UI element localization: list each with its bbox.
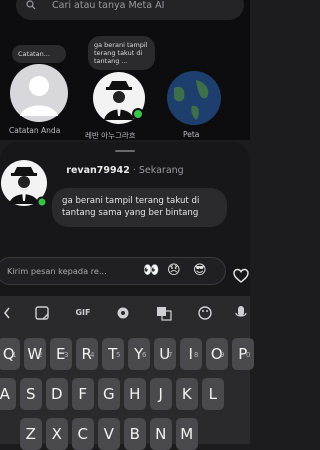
separator: ·	[132, 165, 136, 176]
key-t[interactable]: T5	[102, 338, 124, 370]
avatar	[10, 64, 68, 122]
key-number-hint: 3	[64, 351, 69, 359]
key-label: H	[129, 385, 141, 403]
key-e[interactable]: E3	[50, 338, 72, 370]
key-number-hint: 5	[116, 351, 121, 359]
story-label: Peta	[183, 130, 200, 139]
key-r[interactable]: R4	[76, 338, 98, 370]
key-label: X	[51, 425, 62, 443]
key-label: B	[129, 425, 140, 443]
sunglasses-emoji-button[interactable]: 😎	[193, 264, 207, 278]
story-label: 레반 아누그라흐	[85, 131, 136, 140]
eyes-emoji-button[interactable]: 👀	[143, 264, 159, 278]
key-i[interactable]: I8	[180, 338, 202, 370]
search-bar[interactable]: Cari atau tanya Meta AI	[16, 0, 244, 20]
key-m[interactable]: M	[176, 418, 198, 450]
mic-icon[interactable]	[232, 305, 250, 321]
key-x[interactable]: X	[46, 418, 68, 450]
key-label: I	[188, 345, 193, 363]
note-bubble: ga berani tampil terang takut di tantang…	[88, 36, 155, 70]
key-label: D	[50, 385, 63, 403]
key-o[interactable]: O9	[206, 338, 228, 370]
key-label: M	[180, 425, 194, 443]
key-c[interactable]: C	[72, 418, 94, 450]
key-p[interactable]: P0	[232, 338, 254, 370]
translate-icon[interactable]	[155, 305, 173, 321]
username: revan79942	[66, 165, 130, 176]
key-number-hint: 9	[220, 351, 225, 359]
key-label: Z	[25, 425, 36, 443]
message-input[interactable]: Kirim pesan kepada re... 👀 😞 😎	[0, 257, 226, 285]
key-b[interactable]: B	[124, 418, 146, 450]
key-label: C	[77, 425, 88, 443]
note-bubble: Catatan...	[12, 45, 66, 63]
settings-icon[interactable]	[114, 305, 132, 321]
key-number-hint: 0	[246, 351, 251, 359]
notes-area: Cari atau tanya Meta AI Catatan... Catat…	[0, 0, 250, 140]
message-placeholder: Kirim pesan kepada re...	[7, 266, 107, 276]
sender-avatar[interactable]	[0, 158, 50, 208]
disappointed-emoji-button[interactable]: 😞	[167, 264, 181, 278]
key-label: N	[155, 425, 167, 443]
key-k[interactable]: K	[176, 378, 198, 410]
key-u[interactable]: U7	[154, 338, 176, 370]
key-q[interactable]: Q1	[0, 338, 20, 370]
search-placeholder: Cari atau tanya Meta AI	[52, 0, 165, 11]
key-label: G	[102, 385, 115, 403]
palette-icon[interactable]	[196, 305, 214, 321]
key-number-hint: 1	[12, 351, 17, 359]
key-y[interactable]: Y6	[128, 338, 150, 370]
key-n[interactable]: N	[150, 418, 172, 450]
gif-button[interactable]: GIF	[73, 305, 93, 321]
key-number-hint: 7	[168, 351, 173, 359]
key-label: A	[0, 385, 10, 403]
key-v[interactable]: V	[98, 418, 120, 450]
sticker-icon[interactable]	[33, 305, 51, 321]
key-j[interactable]: J	[150, 378, 172, 410]
keyboard: GIF Q1W2E3R4T5Y6U7I8O9P0ASDFGHJKLZXCVBNM	[0, 296, 254, 450]
key-g[interactable]: G	[98, 378, 120, 410]
search-icon	[26, 0, 36, 10]
key-label: L	[208, 385, 217, 403]
key-f[interactable]: F	[72, 378, 94, 410]
key-w[interactable]: W2	[24, 338, 46, 370]
key-number-hint: 6	[142, 351, 147, 359]
drag-handle[interactable]	[115, 150, 135, 152]
key-z[interactable]: Z	[20, 418, 42, 450]
key-label: V	[103, 425, 114, 443]
reply-row: Kirim pesan kepada re... 👀 😞 😎	[0, 257, 250, 287]
key-number-hint: 4	[90, 351, 95, 359]
key-label: F	[78, 385, 88, 403]
key-label: S	[25, 385, 36, 403]
story-label: Catatan Anda	[9, 126, 61, 135]
key-l[interactable]: L	[202, 378, 224, 410]
key-a[interactable]: A	[0, 378, 16, 410]
avatar	[93, 72, 145, 124]
key-label: K	[181, 385, 192, 403]
key-number-hint: 8	[194, 351, 199, 359]
globe-icon	[167, 71, 221, 125]
key-d[interactable]: D	[46, 378, 68, 410]
chevron-left-icon[interactable]	[2, 305, 20, 321]
message-bubble: ga berani tampil terang takut di tantang…	[52, 188, 227, 227]
key-s[interactable]: S	[20, 378, 42, 410]
key-label: J	[158, 385, 163, 403]
key-h[interactable]: H	[124, 378, 146, 410]
keyboard-toolbar: GIF	[0, 296, 250, 330]
timestamp: Sekarang	[138, 165, 184, 176]
key-number-hint: 2	[38, 351, 43, 359]
heart-icon[interactable]	[233, 268, 249, 284]
